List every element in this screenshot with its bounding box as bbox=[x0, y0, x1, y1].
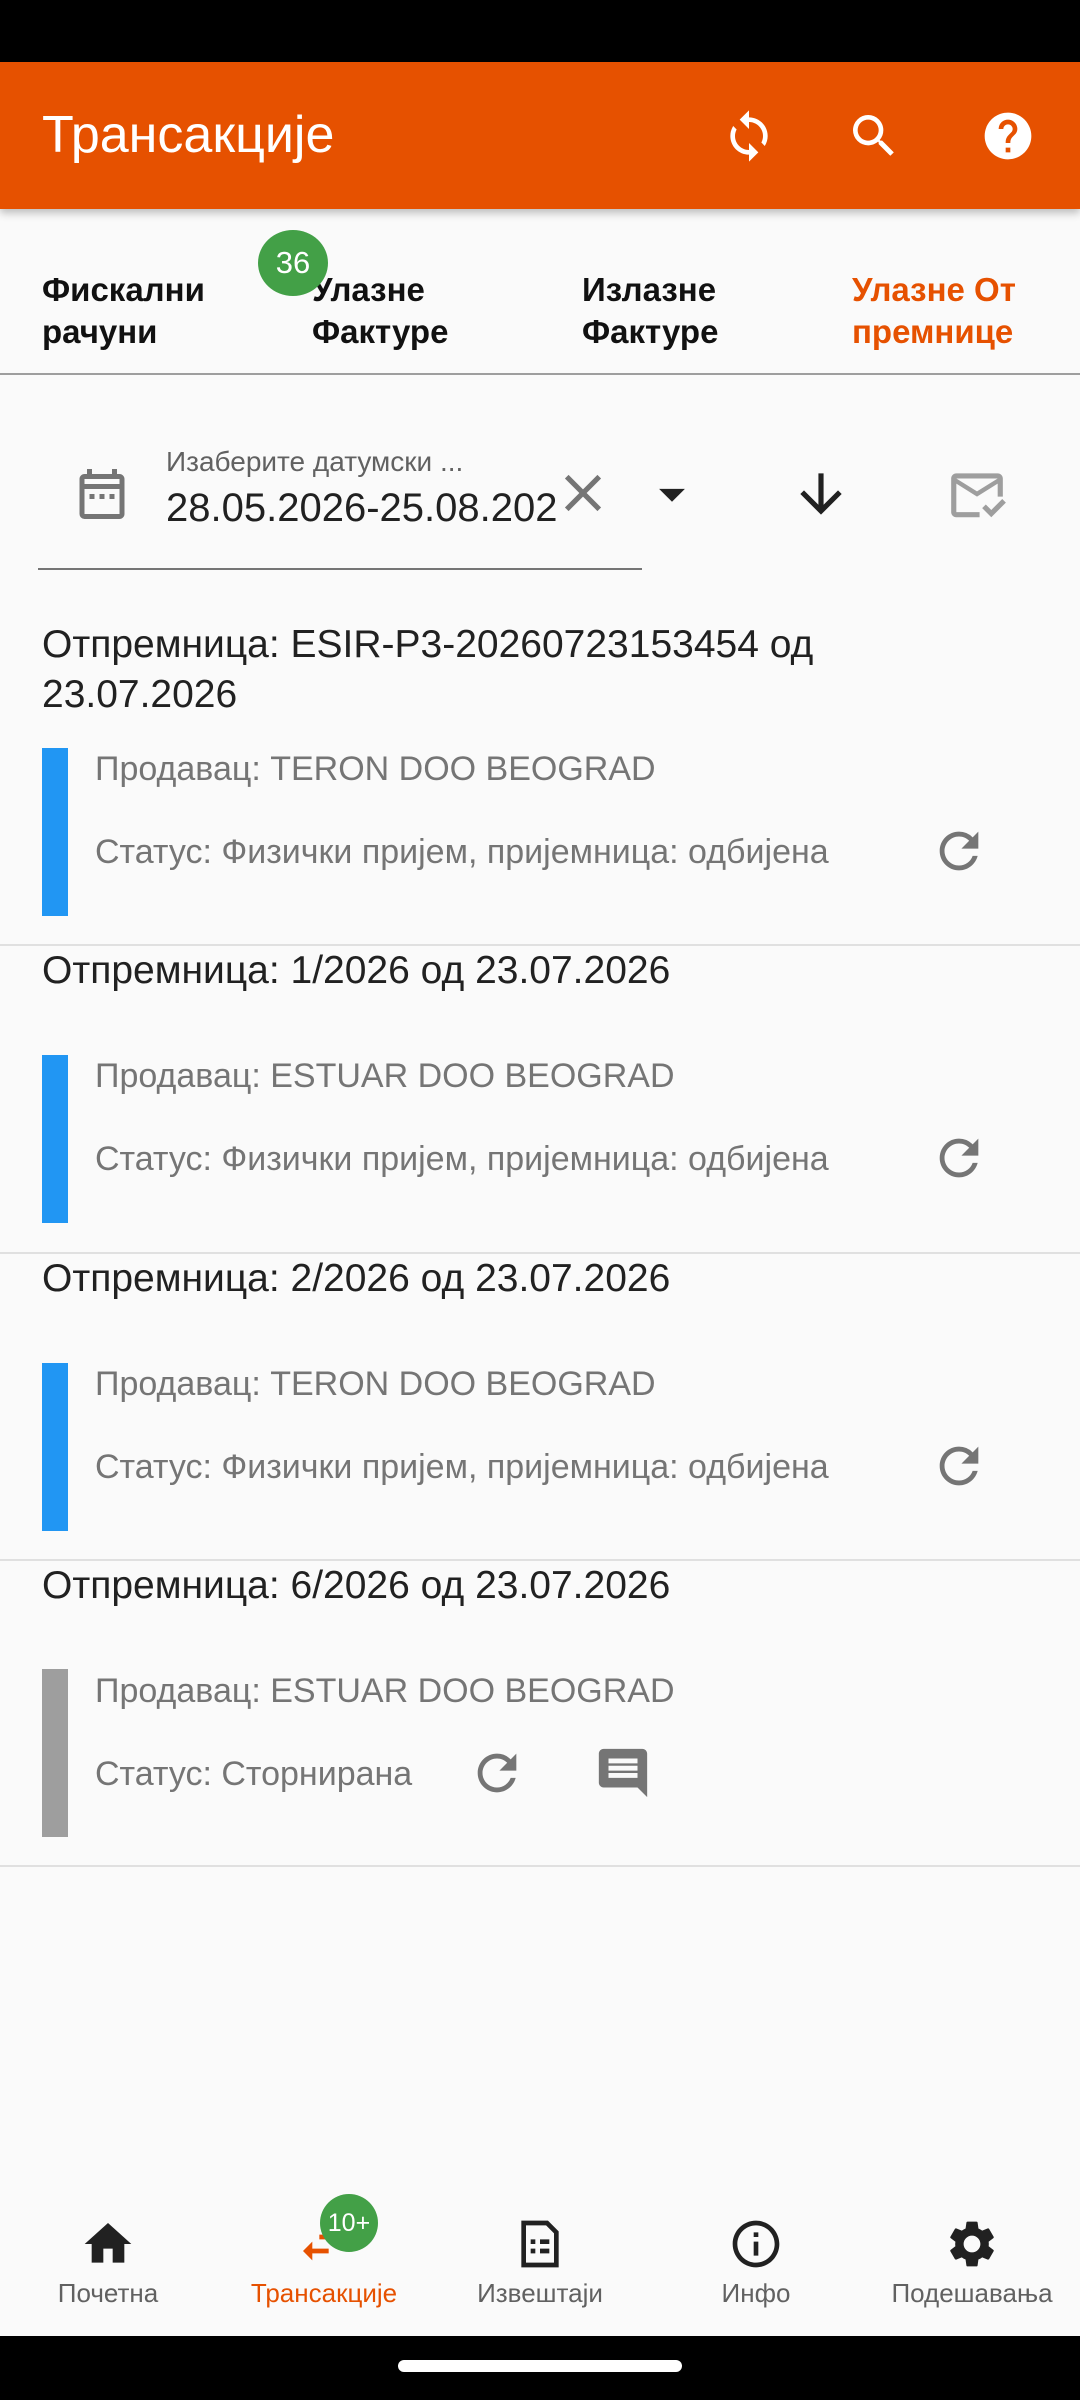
tab-outgoing-invoices[interactable]: Излазне Фактуре bbox=[582, 269, 812, 353]
status-indicator bbox=[42, 748, 68, 916]
report-icon bbox=[512, 2216, 568, 2272]
list-item[interactable]: Отпремница: 6/2026 од 23.07.2026 Продава… bbox=[0, 1561, 1080, 1867]
list-item[interactable]: Отпремница: ESIR-P3-20260723153454 од 23… bbox=[0, 620, 1080, 946]
list-item[interactable]: Отпремница: 1/2026 од 23.07.2026 Продава… bbox=[0, 946, 1080, 1254]
status-label: Статус: Физички пријем, пријемница: одби… bbox=[95, 1140, 829, 1178]
page-title: Трансакције bbox=[42, 106, 335, 164]
refresh-icon[interactable] bbox=[930, 1129, 988, 1187]
close-icon[interactable] bbox=[552, 462, 614, 524]
refresh-icon[interactable] bbox=[930, 1437, 988, 1495]
arrow-down-icon[interactable] bbox=[790, 463, 852, 525]
nav-info[interactable]: Инфо bbox=[648, 2186, 864, 2336]
home-indicator[interactable] bbox=[398, 2360, 682, 2372]
status-label: Статус: Физички пријем, пријемница: одби… bbox=[95, 1448, 829, 1486]
nav-label: Инфо bbox=[721, 2278, 791, 2308]
date-range-label: Изаберите датумски ... bbox=[166, 446, 464, 477]
nav-label: Подешавања bbox=[891, 2278, 1053, 2308]
seller-label: Продавац: TERON DOO BEOGRAD bbox=[95, 1365, 656, 1403]
gesture-bar bbox=[0, 2336, 1080, 2400]
dropdown-arrow-icon[interactable] bbox=[641, 463, 703, 525]
nav-home[interactable]: Почетна bbox=[0, 2186, 216, 2336]
home-icon bbox=[80, 2216, 136, 2272]
nav-label: Трансакције bbox=[250, 2278, 398, 2308]
document-title: Отпремница: 2/2026 од 23.07.2026 bbox=[42, 1257, 671, 1300]
seller-label: Продавац: ESTUAR DOO BEOGRAD bbox=[95, 1672, 675, 1710]
tab-fiscal-receipts[interactable]: Фискални рачуни bbox=[42, 269, 272, 353]
document-title: Отпремница: 6/2026 од 23.07.2026 bbox=[42, 1564, 671, 1607]
nav-label: Извештаји bbox=[477, 2278, 603, 2308]
list-item[interactable]: Отпремница: 2/2026 од 23.07.2026 Продава… bbox=[0, 1254, 1080, 1561]
seller-label: Продавац: ESTUAR DOO BEOGRAD bbox=[95, 1057, 675, 1095]
refresh-icon[interactable] bbox=[468, 1744, 526, 1802]
incoming-invoices-badge: 36 bbox=[258, 230, 328, 296]
comment-icon[interactable] bbox=[594, 1744, 652, 1802]
status-bar bbox=[0, 0, 1080, 62]
refresh-icon[interactable] bbox=[930, 822, 988, 880]
bottom-navigation: Почетна 10+ Трансакције Извештаји Инфо П… bbox=[0, 2186, 1080, 2336]
tab-incoming-delivery-notes[interactable]: Улазне От премнице bbox=[852, 269, 1080, 353]
sync-icon[interactable] bbox=[711, 98, 787, 174]
settings-icon bbox=[944, 2216, 1000, 2272]
calendar-icon[interactable] bbox=[72, 464, 132, 524]
status-indicator bbox=[42, 1363, 68, 1531]
help-icon[interactable] bbox=[970, 98, 1046, 174]
nav-transactions[interactable]: 10+ Трансакције bbox=[216, 2186, 432, 2336]
info-icon bbox=[728, 2216, 784, 2272]
mail-check-icon[interactable] bbox=[946, 463, 1008, 525]
transactions-badge: 10+ bbox=[320, 2194, 378, 2252]
status-indicator bbox=[42, 1669, 68, 1837]
document-title: Отпремница: 1/2026 од 23.07.2026 bbox=[42, 949, 671, 992]
app-bar: Трансакције bbox=[0, 62, 1080, 209]
search-icon[interactable] bbox=[836, 98, 912, 174]
status-indicator bbox=[42, 1055, 68, 1223]
nav-settings[interactable]: Подешавања bbox=[864, 2186, 1080, 2336]
nav-reports[interactable]: Извештаји bbox=[432, 2186, 648, 2336]
document-title: Отпремница: ESIR-P3-20260723153454 од 23… bbox=[42, 623, 814, 716]
date-range-field[interactable]: Изаберите датумски ... 28.05.2026-25.08.… bbox=[38, 430, 642, 570]
status-label: Статус: Физички пријем, пријемница: одби… bbox=[95, 833, 829, 871]
seller-label: Продавац: TERON DOO BEOGRAD bbox=[95, 750, 656, 788]
status-label: Статус: Сторнирана bbox=[95, 1755, 413, 1793]
tab-bar: Фискални рачуни Улазне Фактуре 36 Излазн… bbox=[0, 209, 1080, 375]
tab-incoming-invoices[interactable]: Улазне Фактуре bbox=[312, 269, 542, 353]
nav-label: Почетна bbox=[57, 2278, 159, 2308]
date-range-value[interactable]: 28.05.2026-25.08.2026 bbox=[166, 486, 556, 531]
